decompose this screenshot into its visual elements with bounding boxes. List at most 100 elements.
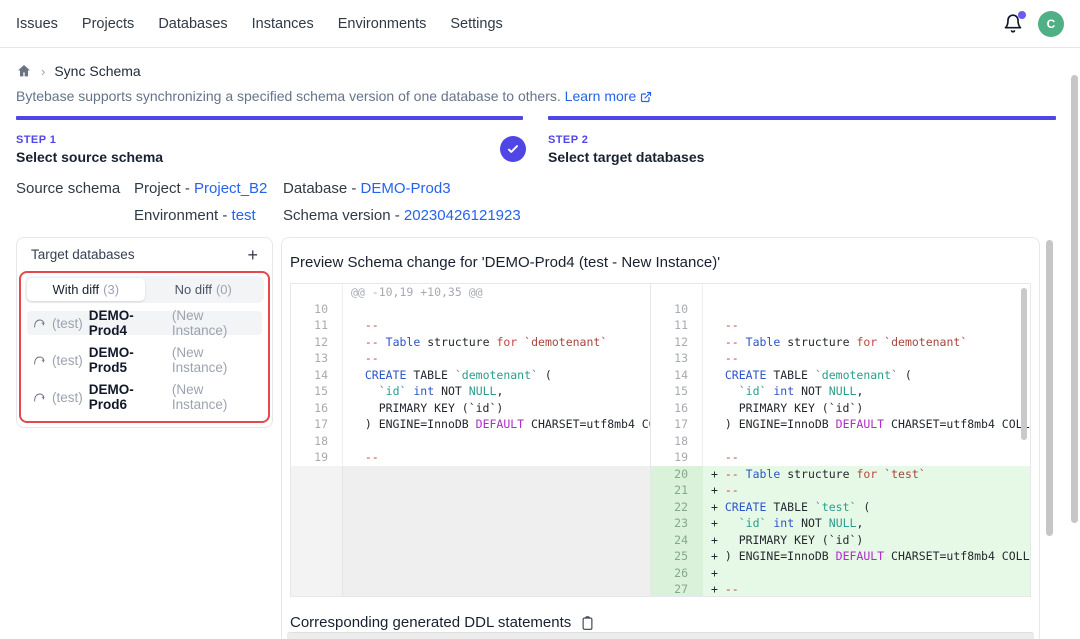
- step-1[interactable]: STEP 1 Select source schema: [16, 116, 523, 165]
- preview-title: Preview Schema change for 'DEMO-Prod4 (t…: [290, 254, 1031, 271]
- target-panel-header: Target databases +: [17, 238, 272, 262]
- mysql-icon: [33, 316, 46, 330]
- db-suffix: (New Instance): [172, 345, 256, 375]
- step-2-title: Select target databases: [548, 149, 1056, 165]
- source-environment-field: Environment - test: [134, 207, 256, 224]
- nav-right: C: [1003, 11, 1064, 37]
- diff-line: [651, 284, 1030, 301]
- intro-text: Bytebase supports synchronizing a specif…: [16, 88, 652, 106]
- step-2-bar: [548, 116, 1056, 120]
- db-suffix: (New Instance): [172, 308, 256, 338]
- diff-tabs: With diff (3) No diff (0): [25, 276, 264, 303]
- diff-line: 13 --: [291, 350, 650, 367]
- add-target-database-button[interactable]: +: [247, 248, 258, 262]
- nav-item-databases[interactable]: Databases: [158, 16, 227, 32]
- db-item-demo-prod6[interactable]: (test) DEMO-Prod6 (New Instance): [27, 385, 262, 409]
- diff-line-added: 20+ -- Table structure for `test`: [651, 466, 1030, 483]
- diff-pane-original: @@ -10,19 +10,35 @@10 11 --12 -- Table s…: [291, 284, 651, 596]
- nav-item-environments[interactable]: Environments: [338, 16, 427, 32]
- page: Issues Projects Databases Instances Envi…: [0, 0, 1080, 639]
- schema-version-label: Schema version -: [283, 207, 404, 224]
- diff-line: 10: [291, 301, 650, 318]
- avatar[interactable]: C: [1038, 11, 1064, 37]
- schema-version-link[interactable]: 20230426121923: [404, 207, 521, 224]
- schema-diff-editor: @@ -10,19 +10,35 @@10 11 --12 -- Table s…: [290, 283, 1031, 597]
- database-link[interactable]: DEMO-Prod3: [361, 180, 451, 197]
- nav-item-instances[interactable]: Instances: [252, 16, 314, 32]
- db-name: DEMO-Prod6: [89, 382, 166, 412]
- diff-line: 11 --: [651, 317, 1030, 334]
- target-database-list: (test) DEMO-Prod4 (New Instance) (test) …: [21, 303, 268, 409]
- notification-dot: [1018, 11, 1026, 19]
- ddl-code-block-top: [287, 632, 1034, 639]
- diff-line: 12 -- Table structure for `demotenant`: [291, 334, 650, 351]
- diff-line: 13 --: [651, 350, 1030, 367]
- step-1-bar: [16, 116, 523, 120]
- db-suffix: (New Instance): [172, 382, 256, 412]
- db-item-demo-prod5[interactable]: (test) DEMO-Prod5 (New Instance): [27, 348, 262, 372]
- nav-item-settings[interactable]: Settings: [450, 16, 502, 32]
- diff-line: @@ -10,19 +10,35 @@: [291, 284, 650, 301]
- diff-line-added: 25+ ) ENGINE=InnoDB DEFAULT CHARSET=utf8…: [651, 548, 1030, 565]
- diff-pane-modified: 10 11 --12 -- Table structure for `demot…: [651, 284, 1030, 596]
- breadcrumb-current: Sync Schema: [54, 63, 140, 79]
- target-databases-title: Target databases: [31, 247, 135, 262]
- source-schema-label: Source schema: [16, 180, 120, 197]
- ddl-section-header: Corresponding generated DDL statements: [290, 614, 1031, 631]
- step-2-label: STEP 2: [548, 134, 1056, 146]
- step-1-completed-check-icon: [500, 136, 526, 162]
- db-env: (test): [52, 316, 83, 331]
- home-icon[interactable]: [16, 63, 32, 79]
- top-nav: Issues Projects Databases Instances Envi…: [0, 0, 1080, 48]
- diff-filler-region: [291, 466, 650, 597]
- diff-line: 14 CREATE TABLE `demotenant` (: [291, 367, 650, 384]
- diff-line: 19 --: [651, 449, 1030, 466]
- notifications-button[interactable]: [1003, 13, 1025, 35]
- environment-link[interactable]: test: [232, 207, 256, 224]
- diff-line: 15 `id` int NOT NULL,: [291, 383, 650, 400]
- ddl-title: Corresponding generated DDL statements: [290, 614, 571, 631]
- mysql-icon: [33, 390, 46, 404]
- tab-no-diff[interactable]: No diff (0): [145, 278, 263, 301]
- chevron-right-icon: ›: [41, 64, 45, 79]
- step-1-label: STEP 1: [16, 134, 523, 146]
- diff-pane-scrollbar[interactable]: [1021, 288, 1027, 440]
- tab-with-diff-count: (3): [103, 282, 119, 297]
- project-link[interactable]: Project_B2: [194, 180, 267, 197]
- external-link-icon: [640, 90, 652, 106]
- environment-label: Environment -: [134, 207, 232, 224]
- breadcrumb: › Sync Schema: [16, 63, 141, 79]
- source-database-field: Database - DEMO-Prod3: [283, 180, 451, 197]
- project-label: Project -: [134, 180, 194, 197]
- diff-line-added: 23+ `id` int NOT NULL,: [651, 515, 1030, 532]
- diff-line: 18: [651, 433, 1030, 450]
- db-item-demo-prod4[interactable]: (test) DEMO-Prod4 (New Instance): [27, 311, 262, 335]
- copy-ddl-button[interactable]: [580, 615, 595, 631]
- tab-with-diff[interactable]: With diff (3): [27, 278, 145, 301]
- page-scrollbar[interactable]: [1071, 75, 1078, 523]
- diff-line: 12 -- Table structure for `demotenant`: [651, 334, 1030, 351]
- diff-line: 10: [651, 301, 1030, 318]
- diff-line: 17 ) ENGINE=InnoDB DEFAULT CHARSET=utf8m…: [651, 416, 1030, 433]
- db-name: DEMO-Prod4: [89, 308, 166, 338]
- diff-line: 11 --: [291, 317, 650, 334]
- tab-no-diff-count: (0): [216, 282, 232, 297]
- db-name: DEMO-Prod5: [89, 345, 166, 375]
- diff-line: 19 --: [291, 449, 650, 466]
- diff-line-added: 27+ --: [651, 581, 1030, 596]
- nav-item-projects[interactable]: Projects: [82, 16, 134, 32]
- nav-item-issues[interactable]: Issues: [16, 16, 58, 32]
- diff-line-added: 26+: [651, 565, 1030, 582]
- target-list-highlight-box: With diff (3) No diff (0) (test) DEMO-Pr…: [19, 271, 270, 423]
- target-databases-panel: Target databases + With diff (3) No diff…: [16, 237, 273, 428]
- diff-line: 16 PRIMARY KEY (`id`): [291, 400, 650, 417]
- tab-no-diff-label: No diff: [175, 282, 212, 297]
- diff-line: 17 ) ENGINE=InnoDB DEFAULT CHARSET=utf8m…: [291, 416, 650, 433]
- step-2[interactable]: STEP 2 Select target databases: [548, 116, 1056, 165]
- preview-panel: Preview Schema change for 'DEMO-Prod4 (t…: [281, 237, 1040, 639]
- source-project-field: Project - Project_B2: [134, 180, 267, 197]
- tab-with-diff-label: With diff: [52, 282, 99, 297]
- source-version-field: Schema version - 20230426121923: [283, 207, 521, 224]
- learn-more-link[interactable]: Learn more: [565, 88, 637, 104]
- content-scrollbar[interactable]: [1046, 240, 1053, 536]
